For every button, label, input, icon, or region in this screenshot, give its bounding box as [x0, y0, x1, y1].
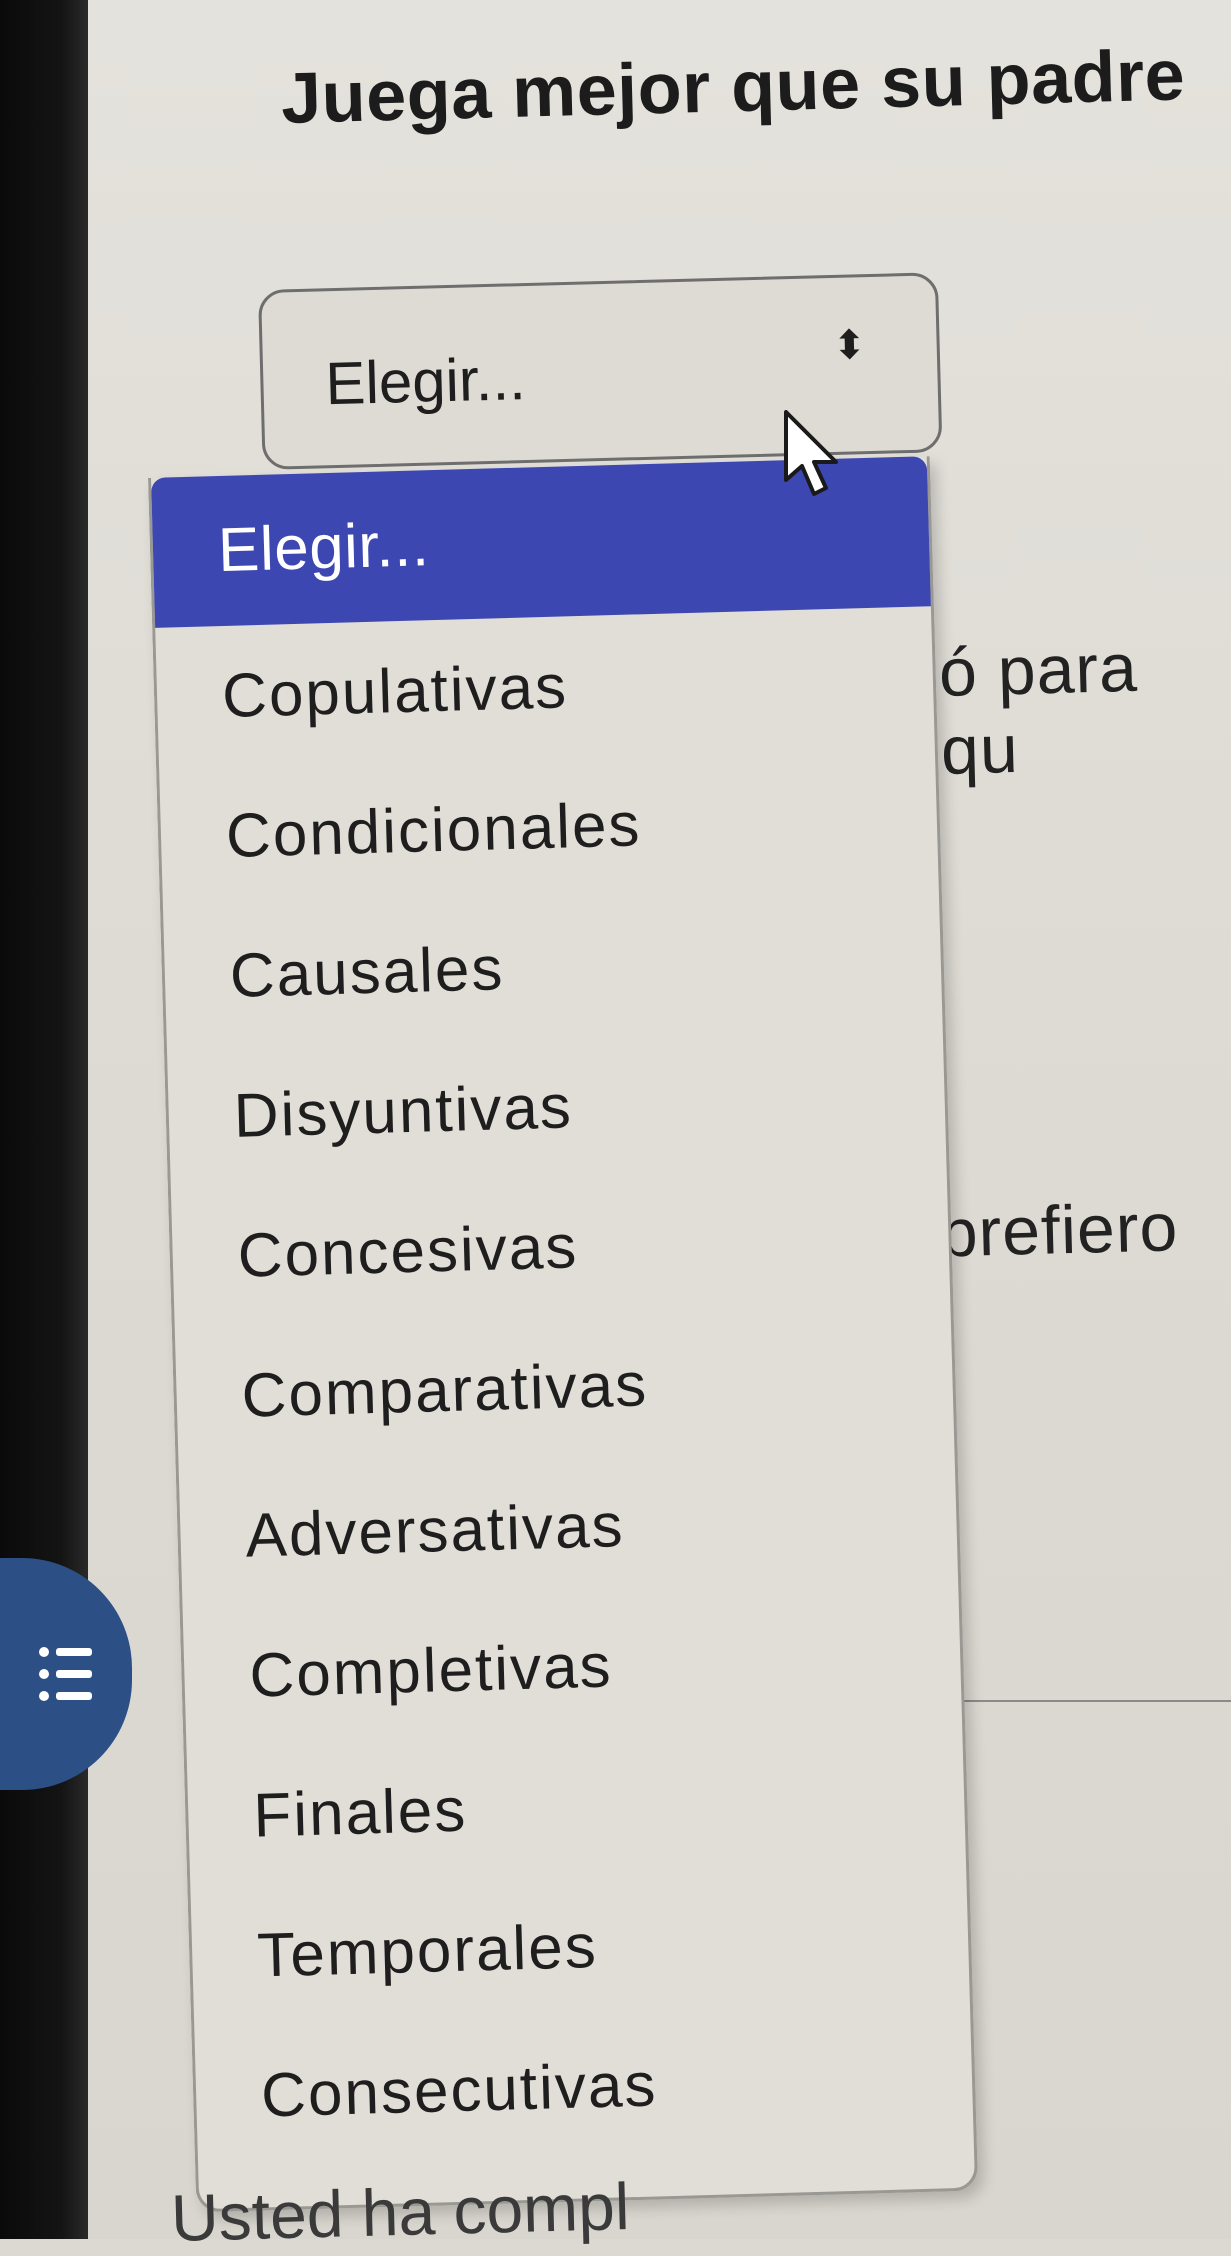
screen-bezel	[0, 0, 88, 2239]
option-adversativas[interactable]: Adversativas	[179, 1446, 959, 1610]
option-temporales[interactable]: Temporales	[190, 1866, 970, 2030]
option-concesivas[interactable]: Concesivas	[171, 1166, 951, 1330]
option-copulativas[interactable]: Copulativas	[155, 606, 935, 770]
completion-text: Usted ha compl	[170, 2168, 631, 2255]
select-value: Elegir...	[324, 345, 527, 418]
option-comparativas[interactable]: Comparativas	[175, 1306, 955, 1470]
background-text-1: ó para qu	[938, 629, 1139, 789]
option-consecutivas[interactable]: Consecutivas	[194, 2006, 974, 2170]
option-causales[interactable]: Causales	[163, 886, 943, 1050]
option-finales[interactable]: Finales	[186, 1726, 966, 1890]
list-icon	[39, 1647, 92, 1701]
select-dropdown-list: Elegir... Copulativas Condicionales Caus…	[148, 456, 979, 2213]
sort-arrows-icon: ⬍	[832, 323, 867, 368]
option-disyuntivas[interactable]: Disyuntivas	[167, 1026, 947, 1190]
mouse-pointer-icon	[784, 410, 838, 496]
option-condicionales[interactable]: Condicionales	[159, 746, 939, 910]
option-completivas[interactable]: Completivas	[183, 1586, 963, 1750]
